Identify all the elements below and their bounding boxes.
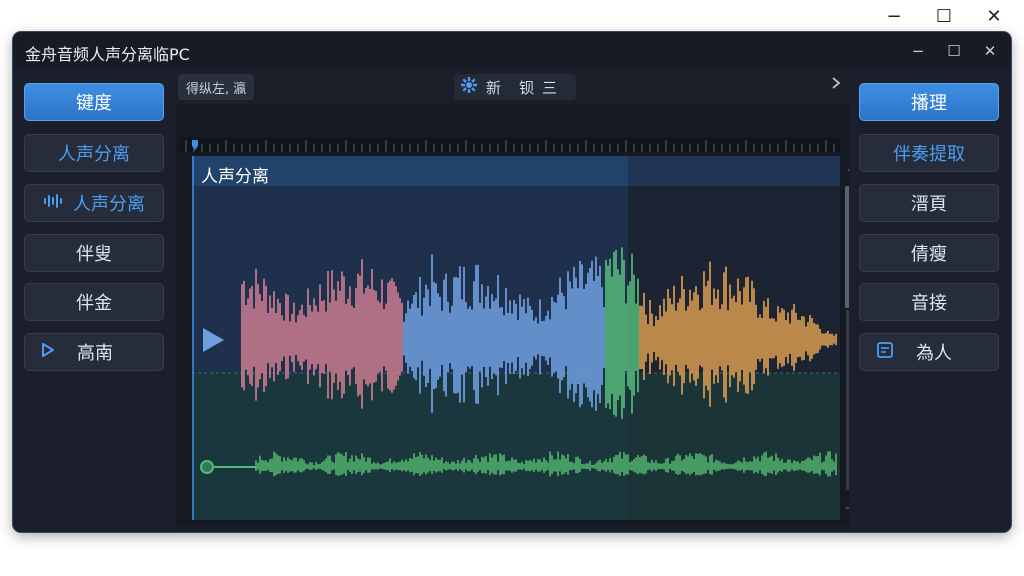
- window-controls: − ☐ ✕: [903, 38, 1005, 64]
- app-window: 金舟音频人声分离临PC − ☐ ✕ 键度 人声分离 人声分离 伴叟 伴金 高南 …: [13, 32, 1011, 532]
- left-button-label: 高南: [77, 343, 113, 364]
- right-sidebar: 播理 伴奏提取 溍頁 倩瘦 音接 為人: [849, 70, 1011, 532]
- outer-close-button[interactable]: ✕: [982, 4, 1006, 28]
- left-sidebar: 键度 人声分离 人声分离 伴叟 伴金 高南: [13, 70, 176, 532]
- close-button[interactable]: ✕: [975, 38, 1005, 64]
- left-button-label: 伴叟: [76, 244, 112, 265]
- minimize-button[interactable]: −: [903, 38, 933, 64]
- outer-minimize-button[interactable]: −: [882, 4, 906, 28]
- right-button-4[interactable]: 音接: [859, 283, 999, 321]
- play-icon: [41, 342, 55, 362]
- left-button-label: 键度: [76, 93, 112, 114]
- right-button-2[interactable]: 溍頁: [859, 184, 999, 222]
- left-button-play[interactable]: 高南: [24, 333, 164, 371]
- right-button-label: 音接: [911, 293, 947, 314]
- left-button-primary[interactable]: 键度: [24, 83, 164, 121]
- file-icon: [876, 341, 894, 363]
- right-button-accompaniment-extract[interactable]: 伴奏提取: [859, 134, 999, 172]
- waveform-canvas[interactable]: ⌃ − +: [176, 70, 849, 532]
- maximize-button[interactable]: ☐: [939, 38, 969, 64]
- right-button-label: 溍頁: [911, 194, 947, 215]
- right-button-label: 倩瘦: [911, 244, 947, 265]
- right-button-label: 播理: [911, 93, 947, 114]
- waveform-editor: 得纵左, 瀛 新 钡 三 人声分离: [176, 70, 849, 532]
- left-button-3[interactable]: 伴叟: [24, 234, 164, 272]
- outer-maximize-button[interactable]: ☐: [932, 4, 956, 28]
- right-button-label: 為人: [916, 343, 952, 364]
- outer-window-controls: − ☐ ✕: [882, 4, 1006, 28]
- left-button-4[interactable]: 伴金: [24, 283, 164, 321]
- app-title: 金舟音频人声分离临PC: [25, 45, 190, 64]
- right-button-3[interactable]: 倩瘦: [859, 234, 999, 272]
- left-button-label: 人声分离: [73, 194, 145, 215]
- left-button-label: 伴金: [76, 293, 112, 314]
- left-button-vocal-separation-wave[interactable]: 人声分离: [24, 184, 164, 222]
- right-button-primary[interactable]: 播理: [859, 83, 999, 121]
- right-button-label: 伴奏提取: [893, 144, 965, 165]
- left-button-label: 人声分离: [58, 144, 130, 165]
- accompaniment-handle: [200, 460, 214, 474]
- track-label: 人声分离: [201, 167, 269, 187]
- right-button-file[interactable]: 為人: [859, 333, 999, 371]
- title-bar: 金舟音频人声分离临PC − ☐ ✕: [13, 32, 1011, 70]
- waveform-icon: [43, 193, 63, 213]
- left-button-vocal-separation[interactable]: 人声分离: [24, 134, 164, 172]
